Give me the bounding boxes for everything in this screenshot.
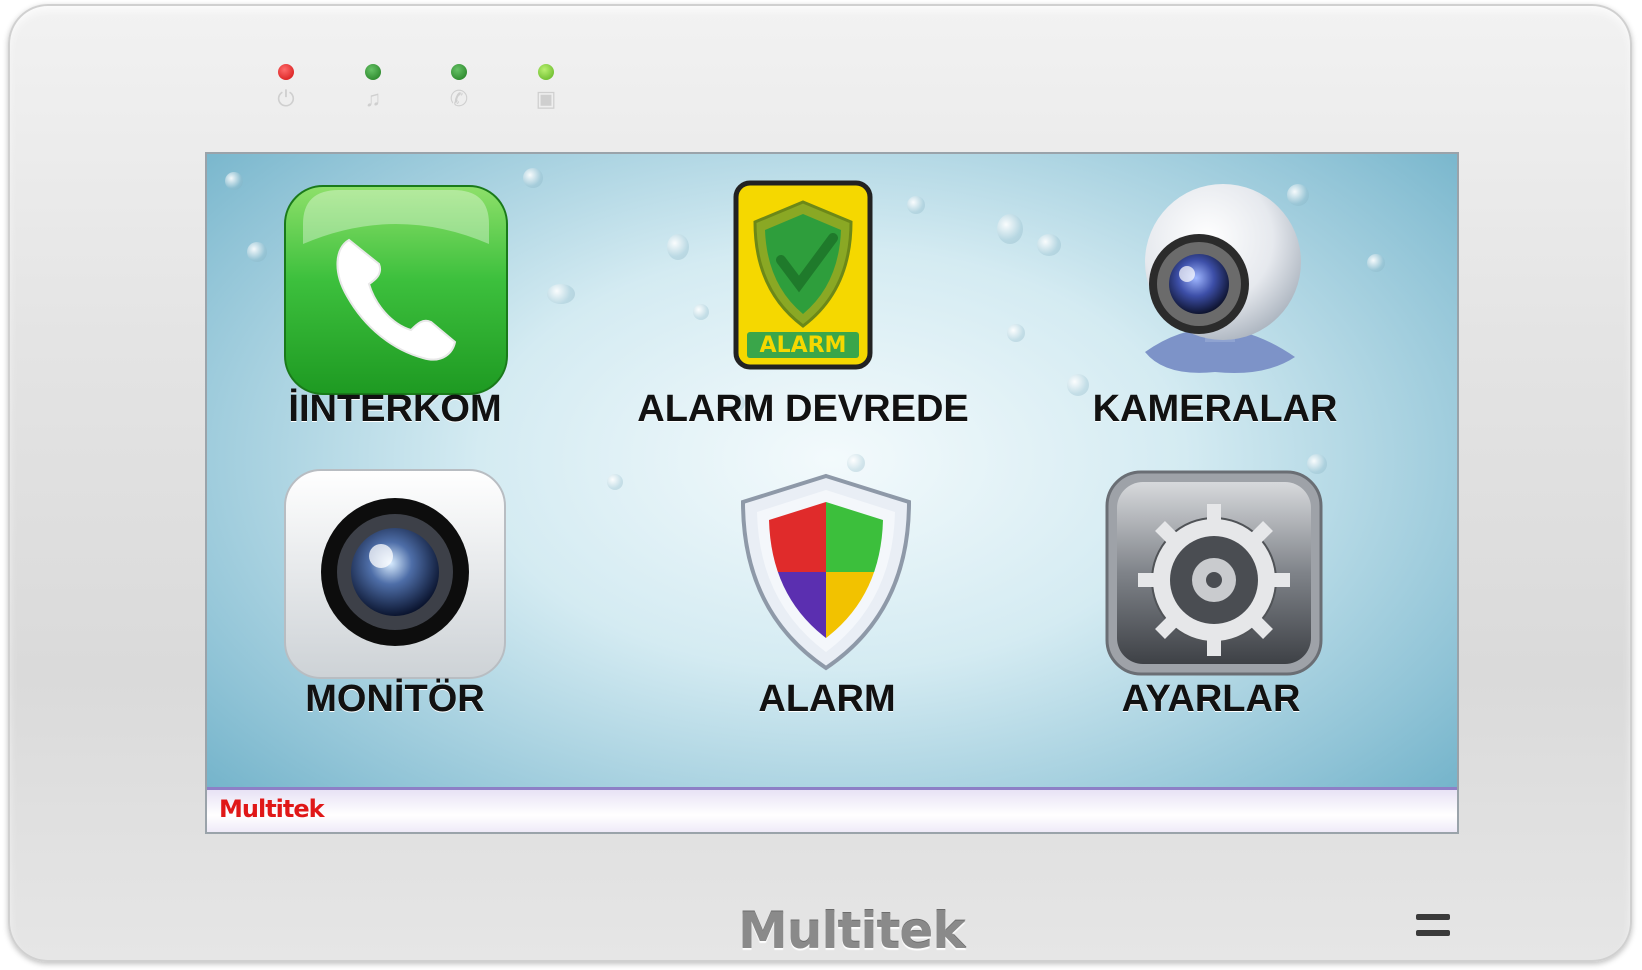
intercom-device: ⏻ ♫ ✆ ▣ İINTERKOM ALARM ALARM DEVREDE KA… bbox=[8, 4, 1632, 962]
cameras-app-button[interactable] bbox=[1115, 182, 1315, 382]
water-drop bbox=[1007, 324, 1025, 342]
water-drop bbox=[1037, 234, 1061, 256]
intercom-app-button[interactable] bbox=[283, 184, 509, 396]
alarm-app-button[interactable] bbox=[731, 472, 921, 672]
monitor-app-button[interactable] bbox=[283, 468, 507, 680]
intercom-label: İINTERKOM bbox=[288, 388, 502, 430]
settings-app-button[interactable] bbox=[1105, 470, 1323, 676]
water-drop bbox=[523, 168, 543, 188]
door-icon: ▣ bbox=[535, 86, 557, 111]
water-drop bbox=[907, 196, 925, 214]
alarm-armed-app-button[interactable]: ALARM bbox=[733, 180, 873, 370]
water-drop bbox=[607, 474, 623, 490]
water-drop bbox=[1067, 374, 1089, 396]
water-drop bbox=[247, 242, 267, 262]
menu-line bbox=[1416, 930, 1450, 936]
phone-icon bbox=[284, 185, 508, 395]
alarm-label: ALARM bbox=[758, 678, 896, 720]
status-bar: Multitek bbox=[207, 787, 1457, 832]
webcam-icon bbox=[1145, 184, 1301, 373]
menu-line bbox=[1416, 914, 1450, 920]
settings-label: AYARLAR bbox=[1121, 678, 1301, 720]
touch-screen: İINTERKOM ALARM ALARM DEVREDE KAMERALAR … bbox=[205, 152, 1459, 834]
power-led bbox=[278, 64, 294, 80]
water-drop bbox=[1367, 254, 1385, 272]
power-icon: ⏻ bbox=[277, 86, 295, 111]
water-drop bbox=[667, 234, 689, 260]
alarm-shield-icon: ALARM bbox=[733, 180, 873, 370]
security-shield-icon bbox=[740, 473, 912, 671]
phone-small-icon: ✆ bbox=[449, 86, 469, 111]
water-drop bbox=[693, 304, 709, 320]
bell-led bbox=[365, 64, 381, 80]
camera-lens-icon bbox=[284, 469, 506, 679]
water-drop bbox=[225, 172, 243, 190]
status-bar-brand: Multitek bbox=[219, 795, 325, 823]
water-drop bbox=[997, 214, 1023, 244]
cameras-label: KAMERALAR bbox=[1092, 388, 1338, 430]
alarm-badge-text: ALARM bbox=[760, 333, 847, 358]
door-led bbox=[538, 64, 554, 80]
bell-icon: ♫ bbox=[364, 86, 382, 111]
settings-gear-icon bbox=[1105, 470, 1323, 676]
device-brand-logo: Multitek bbox=[738, 902, 966, 960]
alarm-armed-label: ALARM DEVREDE bbox=[637, 388, 969, 430]
menu-button[interactable] bbox=[1416, 914, 1452, 948]
water-drop bbox=[547, 284, 575, 304]
water-drop bbox=[847, 454, 865, 472]
phone-led bbox=[451, 64, 467, 80]
monitor-label: MONİTÖR bbox=[305, 678, 485, 720]
